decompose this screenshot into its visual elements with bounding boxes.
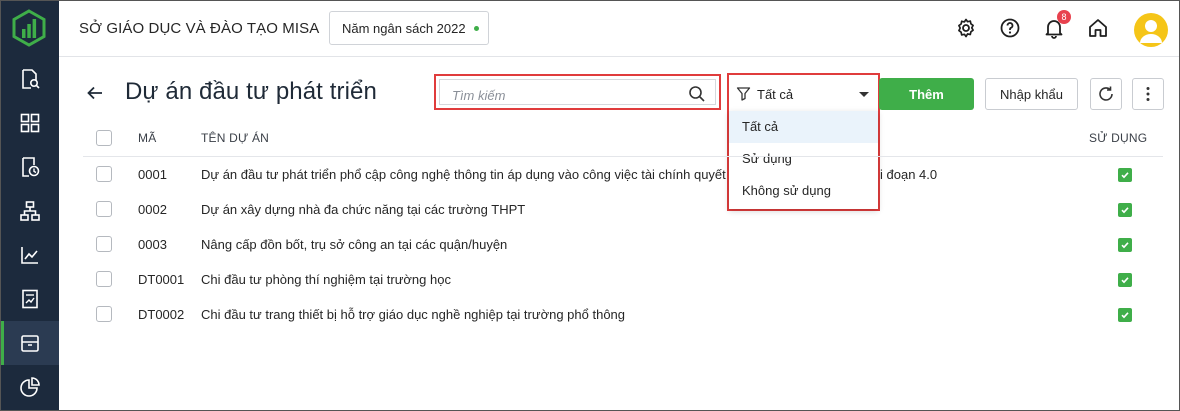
table-header: MÃ TÊN DỰ ÁN SỬ DỤNG <box>83 119 1163 157</box>
row-checkbox[interactable] <box>96 236 112 252</box>
top-header: SỞ GIÁO DỤC VÀ ĐÀO TẠO MISA Năm ngân sác… <box>59 1 1179 57</box>
row-checkbox[interactable] <box>96 166 112 182</box>
settings-button[interactable] <box>954 16 978 40</box>
refresh-icon <box>1099 86 1113 101</box>
search-field <box>439 79 716 105</box>
project-code: 0001 <box>138 167 167 182</box>
more-vertical-icon <box>1146 87 1150 101</box>
project-name: Dự án đầu tư phát triển phổ cập công ngh… <box>201 167 727 182</box>
projects-table: MÃ TÊN DỰ ÁN SỬ DỤNG 0001 Dự án đầu tư p… <box>83 119 1163 332</box>
project-name: Nâng cấp đồn bốt, trụ sở công an tại các… <box>201 237 508 252</box>
search-document-icon <box>22 69 40 89</box>
check-icon <box>1121 312 1129 319</box>
table-row[interactable]: DT0002 Chi đầu tư trang thiết bị hỗ trợ … <box>83 297 1163 332</box>
org-title: SỞ GIÁO DỤC VÀ ĐÀO TẠO MISA <box>79 20 320 37</box>
filter-icon <box>736 87 751 101</box>
help-button[interactable] <box>998 16 1022 40</box>
project-name: Chi đầu tư phòng thí nghiệm tại trường h… <box>201 272 451 287</box>
catalog-box-icon <box>21 335 39 352</box>
project-name: Chi đầu tư trang thiết bị hỗ trợ giáo dụ… <box>201 307 626 322</box>
hierarchy-icon <box>20 201 40 221</box>
arrow-left-icon <box>87 86 102 100</box>
user-icon <box>1140 20 1162 43</box>
page-title: Dự án đầu tư phát triển <box>125 78 377 105</box>
project-code: DT0001 <box>138 272 185 287</box>
dashboard-icon <box>20 113 40 133</box>
budget-year-label: Năm ngân sách 2022 <box>342 20 466 36</box>
table-row[interactable]: 0003 Nâng cấp đồn bốt, trụ sở công an tạ… <box>83 227 1163 262</box>
search-icon[interactable] <box>688 85 706 103</box>
help-icon <box>1000 18 1020 38</box>
sidebar-item-line-chart[interactable] <box>1 233 59 277</box>
search-highlight-box <box>434 74 721 110</box>
used-checkbox[interactable] <box>1118 168 1132 182</box>
notification-badge: 8 <box>1057 10 1071 24</box>
sidebar-item-dashboard[interactable] <box>1 101 59 145</box>
select-all-checkbox[interactable] <box>96 130 112 146</box>
sidebar-item-hierarchy[interactable] <box>1 189 59 233</box>
home-button[interactable] <box>1086 16 1110 40</box>
sidebar-item-document-clock[interactable] <box>1 145 59 189</box>
notifications-button[interactable]: 8 <box>1042 10 1071 40</box>
caret-down-icon <box>859 92 869 97</box>
project-name: Dự án xây dựng nhà đa chức năng tại các … <box>201 202 526 217</box>
sidebar-item-catalog[interactable] <box>1 321 59 365</box>
used-checkbox[interactable] <box>1118 273 1132 287</box>
app-window: SỞ GIÁO DỤC VÀ ĐÀO TẠO MISA Năm ngân sác… <box>0 0 1180 411</box>
check-icon <box>1121 277 1129 284</box>
sidebar-item-search-document[interactable] <box>1 57 59 101</box>
search-input[interactable] <box>452 86 672 104</box>
add-button[interactable]: Thêm <box>879 78 974 110</box>
table-row[interactable]: 0001 Dự án đầu tư phát triển phổ cập côn… <box>83 157 1163 192</box>
sidebar-item-report[interactable] <box>1 277 59 321</box>
import-button[interactable]: Nhập khẩu <box>985 78 1078 110</box>
misa-logo[interactable] <box>10 9 48 47</box>
check-icon <box>1121 242 1129 249</box>
filter-selected-value: Tất cả <box>757 87 794 102</box>
check-icon <box>1121 172 1129 179</box>
status-dot-icon <box>473 25 479 31</box>
pie-chart-icon <box>20 377 40 397</box>
sidebar <box>1 1 59 410</box>
row-checkbox[interactable] <box>96 201 112 217</box>
status-filter-select[interactable]: Tất cả <box>731 77 876 111</box>
column-header-used[interactable]: SỬ DỤNG <box>1089 131 1147 145</box>
column-header-code[interactable]: MÃ <box>138 131 156 145</box>
document-clock-icon <box>22 157 40 177</box>
report-icon <box>22 289 38 309</box>
column-header-name[interactable]: TÊN DỰ ÁN <box>201 131 269 145</box>
project-code: 0002 <box>138 202 167 217</box>
user-avatar[interactable] <box>1134 13 1168 47</box>
used-checkbox[interactable] <box>1118 308 1132 322</box>
project-name-tail: i đoạn 4.0 <box>880 167 938 182</box>
gear-icon <box>958 18 974 38</box>
home-icon <box>1089 19 1107 37</box>
budget-year-button[interactable]: Năm ngân sách 2022 <box>329 11 489 45</box>
more-options-button[interactable] <box>1132 78 1164 110</box>
check-icon <box>1121 207 1129 214</box>
project-code: 0003 <box>138 237 167 252</box>
used-checkbox[interactable] <box>1118 238 1132 252</box>
table-row[interactable]: DT0001 Chi đầu tư phòng thí nghiệm tại t… <box>83 262 1163 297</box>
line-chart-icon <box>21 247 38 264</box>
sidebar-item-pie-chart[interactable] <box>1 365 59 409</box>
table-row[interactable]: 0002 Dự án xây dựng nhà đa chức năng tại… <box>83 192 1163 227</box>
project-code: DT0002 <box>138 307 185 322</box>
refresh-button[interactable] <box>1090 78 1122 110</box>
used-checkbox[interactable] <box>1118 203 1132 217</box>
back-button[interactable] <box>83 81 107 105</box>
row-checkbox[interactable] <box>96 271 112 287</box>
row-checkbox[interactable] <box>96 306 112 322</box>
